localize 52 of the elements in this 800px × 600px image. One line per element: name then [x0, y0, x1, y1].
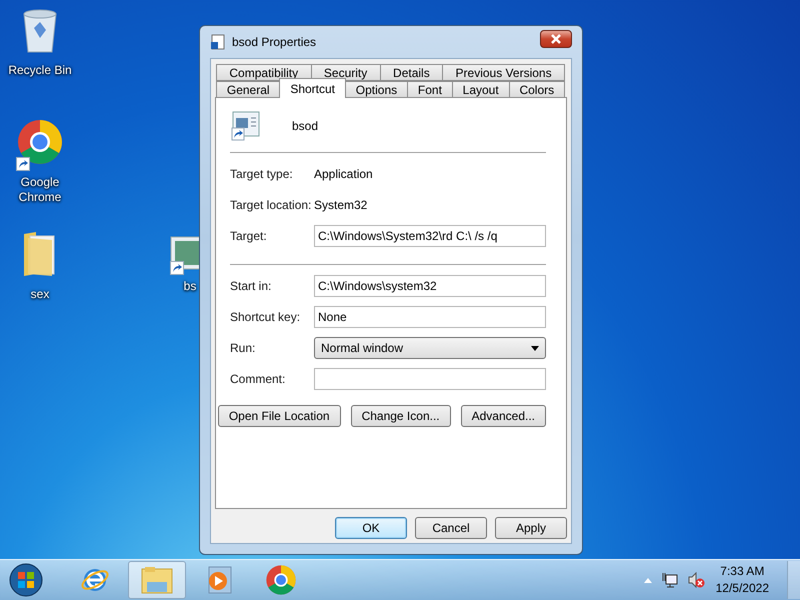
desktop-icon-label[interactable]: Google Chrome [15, 175, 65, 205]
shortcut-arrow-icon [16, 157, 30, 171]
desktop-icon-label[interactable]: sex [30, 287, 50, 302]
window-title: bsod Properties [232, 35, 318, 49]
tab[interactable]: Colors [508, 81, 565, 98]
tab[interactable]: Compatibility [216, 64, 312, 81]
folder-icon [141, 566, 173, 594]
application-icon [230, 110, 262, 142]
tab[interactable]: Shortcut [279, 78, 346, 98]
tab[interactable]: Font [407, 81, 453, 98]
desktop-icon-label[interactable]: Recycle Bin [8, 63, 72, 78]
dialog-button[interactable]: OK [335, 517, 407, 539]
field-label: Start in: [230, 279, 272, 293]
input-field[interactable]: C:\Windows\System32\rd C:\ /s /q [314, 225, 546, 247]
close-icon [551, 34, 561, 44]
input-field[interactable]: None [314, 306, 546, 328]
dropdown-caret-icon [531, 346, 539, 350]
show-hidden-icons-icon[interactable] [644, 578, 652, 582]
taskbar-app-button[interactable] [128, 561, 186, 599]
close-button[interactable] [540, 30, 572, 48]
network-icon[interactable] [662, 572, 678, 588]
action-button[interactable]: Open File Location [218, 405, 341, 427]
shortcut-arrow-icon [170, 261, 184, 275]
field-label: Run: [230, 341, 256, 355]
field-label: Comment: [230, 372, 286, 386]
action-button[interactable]: Change Icon... [350, 405, 451, 427]
desktop-icon-label[interactable]: bs [184, 279, 196, 294]
shortcut-name: bsod [292, 119, 318, 133]
run-dropdown[interactable]: Normal window [314, 337, 546, 359]
tab[interactable]: Options [344, 81, 408, 98]
tab[interactable]: Previous Versions [442, 64, 565, 81]
input-field[interactable]: C:\Windows\system32 [314, 275, 546, 297]
field-label: Shortcut key: [230, 310, 302, 324]
tab[interactable]: Security [310, 64, 381, 81]
speaker-muted-icon[interactable] [688, 572, 706, 588]
start-orb-icon [9, 563, 43, 597]
field-label: Target location: [230, 198, 312, 212]
dialog-button[interactable]: Apply [495, 517, 567, 539]
chrome-icon [265, 564, 297, 596]
shortcut-file-icon [210, 34, 226, 50]
chrome-icon [16, 118, 64, 166]
tab[interactable]: Details [380, 64, 444, 81]
action-button[interactable]: Advanced... [460, 405, 546, 427]
tab[interactable]: Layout [452, 81, 510, 98]
dialog-button[interactable]: Cancel [415, 517, 487, 539]
input-field[interactable] [314, 368, 546, 390]
field-label: Target type: [230, 167, 294, 181]
field-value: System32 [314, 198, 368, 212]
tab[interactable]: General [216, 81, 280, 98]
clock[interactable]: 7:33 AM 12/5/2022 [716, 563, 769, 597]
field-label: Target: [230, 229, 268, 243]
field-value: Application [314, 167, 373, 181]
